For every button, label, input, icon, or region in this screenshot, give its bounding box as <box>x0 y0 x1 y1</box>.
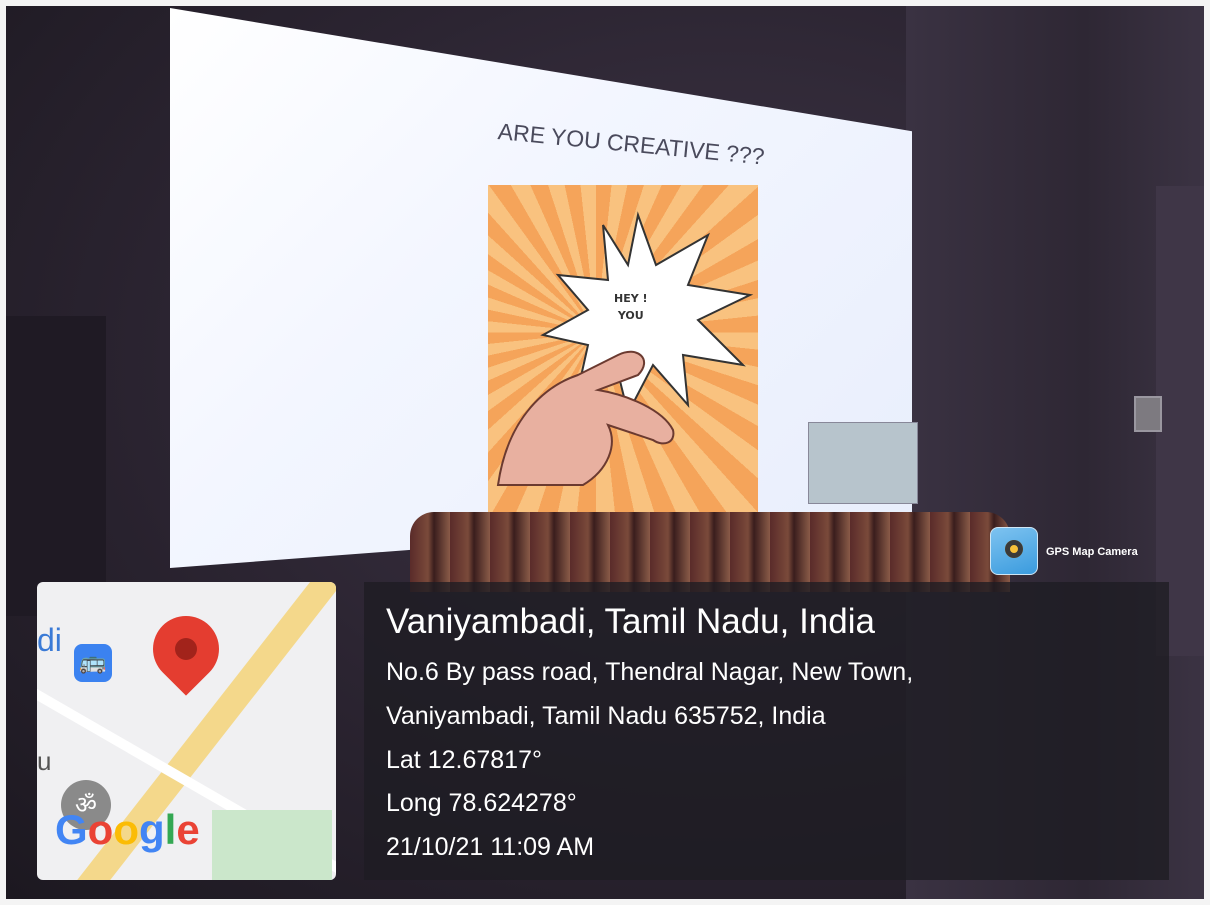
burst-line-2: YOU <box>617 309 644 322</box>
map-park-area <box>212 810 332 880</box>
bus-icon: 🚌 <box>74 644 112 682</box>
video-call-thumbnail <box>808 422 918 504</box>
couch <box>410 512 1010 592</box>
location-info-panel: Vaniyambadi, Tamil Nadu, India No.6 By p… <box>364 582 1169 880</box>
location-title: Vaniyambadi, Tamil Nadu, India <box>386 602 875 641</box>
map-thumbnail: di 🚌 u ॐ Google <box>37 582 336 880</box>
burst-text: HEY ! YOU <box>614 290 648 324</box>
podium <box>6 316 106 616</box>
map-partial-label: di <box>37 622 62 658</box>
longitude: Long 78.624278° <box>386 789 577 817</box>
comic-image <box>488 185 758 513</box>
address-line-2: Vaniyambadi, Tamil Nadu 635752, India <box>386 702 826 730</box>
google-logo: Google <box>55 806 200 853</box>
comic-illustration <box>496 211 754 486</box>
address-line-1: No.6 By pass road, Thendral Nagar, New T… <box>386 658 914 686</box>
latitude: Lat 12.67817° <box>386 746 542 774</box>
map-partial-label-2: u <box>37 746 52 776</box>
wall-socket <box>1134 396 1162 432</box>
gps-camera-label: GPS Map Camera <box>1046 546 1138 558</box>
timestamp: 21/10/21 11:09 AM <box>386 833 595 861</box>
burst-line-1: HEY ! <box>614 292 648 305</box>
gps-map-camera-icon <box>990 527 1038 575</box>
map-pin-icon <box>139 602 233 696</box>
